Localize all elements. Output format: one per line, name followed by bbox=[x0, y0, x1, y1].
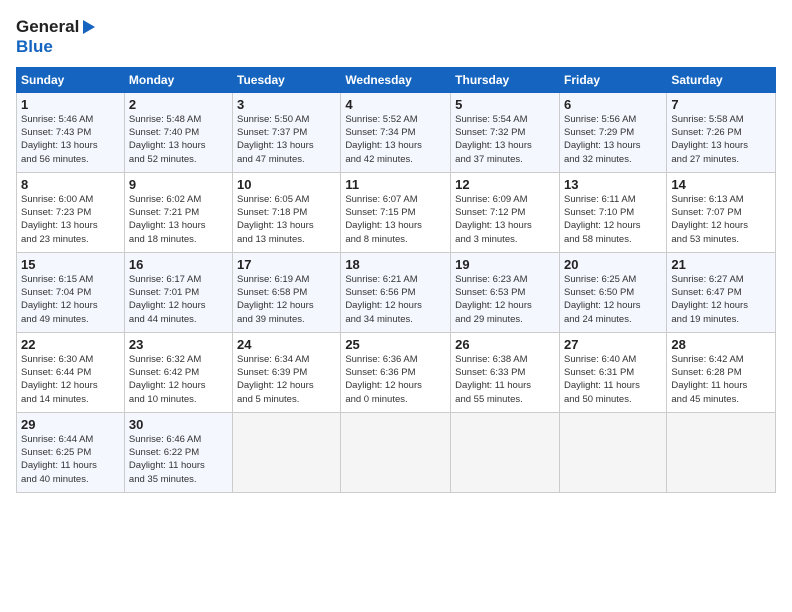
calendar-cell-empty bbox=[451, 412, 560, 492]
col-header-tuesday: Tuesday bbox=[233, 67, 341, 92]
calendar-cell-16: 16Sunrise: 6:17 AMSunset: 7:01 PMDayligh… bbox=[124, 252, 232, 332]
calendar-table: SundayMondayTuesdayWednesdayThursdayFrid… bbox=[16, 67, 776, 493]
calendar-cell-21: 21Sunrise: 6:27 AMSunset: 6:47 PMDayligh… bbox=[667, 252, 776, 332]
calendar-cell-2: 2Sunrise: 5:48 AMSunset: 7:40 PMDaylight… bbox=[124, 92, 232, 172]
logo-text: General Blue bbox=[16, 16, 103, 57]
calendar-cell-20: 20Sunrise: 6:25 AMSunset: 6:50 PMDayligh… bbox=[559, 252, 666, 332]
calendar-cell-12: 12Sunrise: 6:09 AMSunset: 7:12 PMDayligh… bbox=[451, 172, 560, 252]
calendar-cell-empty bbox=[667, 412, 776, 492]
calendar-cell-4: 4Sunrise: 5:52 AMSunset: 7:34 PMDaylight… bbox=[341, 92, 451, 172]
calendar-cell-26: 26Sunrise: 6:38 AMSunset: 6:33 PMDayligh… bbox=[451, 332, 560, 412]
calendar-cell-8: 8Sunrise: 6:00 AMSunset: 7:23 PMDaylight… bbox=[17, 172, 125, 252]
col-header-thursday: Thursday bbox=[451, 67, 560, 92]
calendar-cell-11: 11Sunrise: 6:07 AMSunset: 7:15 PMDayligh… bbox=[341, 172, 451, 252]
page-header: General Blue bbox=[16, 16, 776, 57]
calendar-cell-15: 15Sunrise: 6:15 AMSunset: 7:04 PMDayligh… bbox=[17, 252, 125, 332]
calendar-cell-30: 30Sunrise: 6:46 AMSunset: 6:22 PMDayligh… bbox=[124, 412, 232, 492]
calendar-cell-28: 28Sunrise: 6:42 AMSunset: 6:28 PMDayligh… bbox=[667, 332, 776, 412]
logo-general: General bbox=[16, 18, 79, 37]
logo-blue: Blue bbox=[16, 38, 103, 57]
col-header-saturday: Saturday bbox=[667, 67, 776, 92]
calendar-cell-6: 6Sunrise: 5:56 AMSunset: 7:29 PMDaylight… bbox=[559, 92, 666, 172]
col-header-monday: Monday bbox=[124, 67, 232, 92]
calendar-cell-25: 25Sunrise: 6:36 AMSunset: 6:36 PMDayligh… bbox=[341, 332, 451, 412]
logo: General Blue bbox=[16, 16, 103, 57]
calendar-cell-22: 22Sunrise: 6:30 AMSunset: 6:44 PMDayligh… bbox=[17, 332, 125, 412]
calendar-cell-17: 17Sunrise: 6:19 AMSunset: 6:58 PMDayligh… bbox=[233, 252, 341, 332]
calendar-cell-18: 18Sunrise: 6:21 AMSunset: 6:56 PMDayligh… bbox=[341, 252, 451, 332]
calendar-cell-9: 9Sunrise: 6:02 AMSunset: 7:21 PMDaylight… bbox=[124, 172, 232, 252]
calendar-cell-27: 27Sunrise: 6:40 AMSunset: 6:31 PMDayligh… bbox=[559, 332, 666, 412]
calendar-cell-13: 13Sunrise: 6:11 AMSunset: 7:10 PMDayligh… bbox=[559, 172, 666, 252]
calendar-cell-23: 23Sunrise: 6:32 AMSunset: 6:42 PMDayligh… bbox=[124, 332, 232, 412]
calendar-cell-empty bbox=[233, 412, 341, 492]
calendar-cell-3: 3Sunrise: 5:50 AMSunset: 7:37 PMDaylight… bbox=[233, 92, 341, 172]
col-header-wednesday: Wednesday bbox=[341, 67, 451, 92]
calendar-cell-14: 14Sunrise: 6:13 AMSunset: 7:07 PMDayligh… bbox=[667, 172, 776, 252]
calendar-cell-24: 24Sunrise: 6:34 AMSunset: 6:39 PMDayligh… bbox=[233, 332, 341, 412]
logo-arrow-icon bbox=[81, 16, 103, 38]
calendar-cell-19: 19Sunrise: 6:23 AMSunset: 6:53 PMDayligh… bbox=[451, 252, 560, 332]
calendar-cell-29: 29Sunrise: 6:44 AMSunset: 6:25 PMDayligh… bbox=[17, 412, 125, 492]
calendar-cell-5: 5Sunrise: 5:54 AMSunset: 7:32 PMDaylight… bbox=[451, 92, 560, 172]
calendar-cell-1: 1Sunrise: 5:46 AMSunset: 7:43 PMDaylight… bbox=[17, 92, 125, 172]
calendar-cell-7: 7Sunrise: 5:58 AMSunset: 7:26 PMDaylight… bbox=[667, 92, 776, 172]
calendar-cell-10: 10Sunrise: 6:05 AMSunset: 7:18 PMDayligh… bbox=[233, 172, 341, 252]
calendar-cell-empty bbox=[341, 412, 451, 492]
col-header-sunday: Sunday bbox=[17, 67, 125, 92]
col-header-friday: Friday bbox=[559, 67, 666, 92]
calendar-cell-empty bbox=[559, 412, 666, 492]
